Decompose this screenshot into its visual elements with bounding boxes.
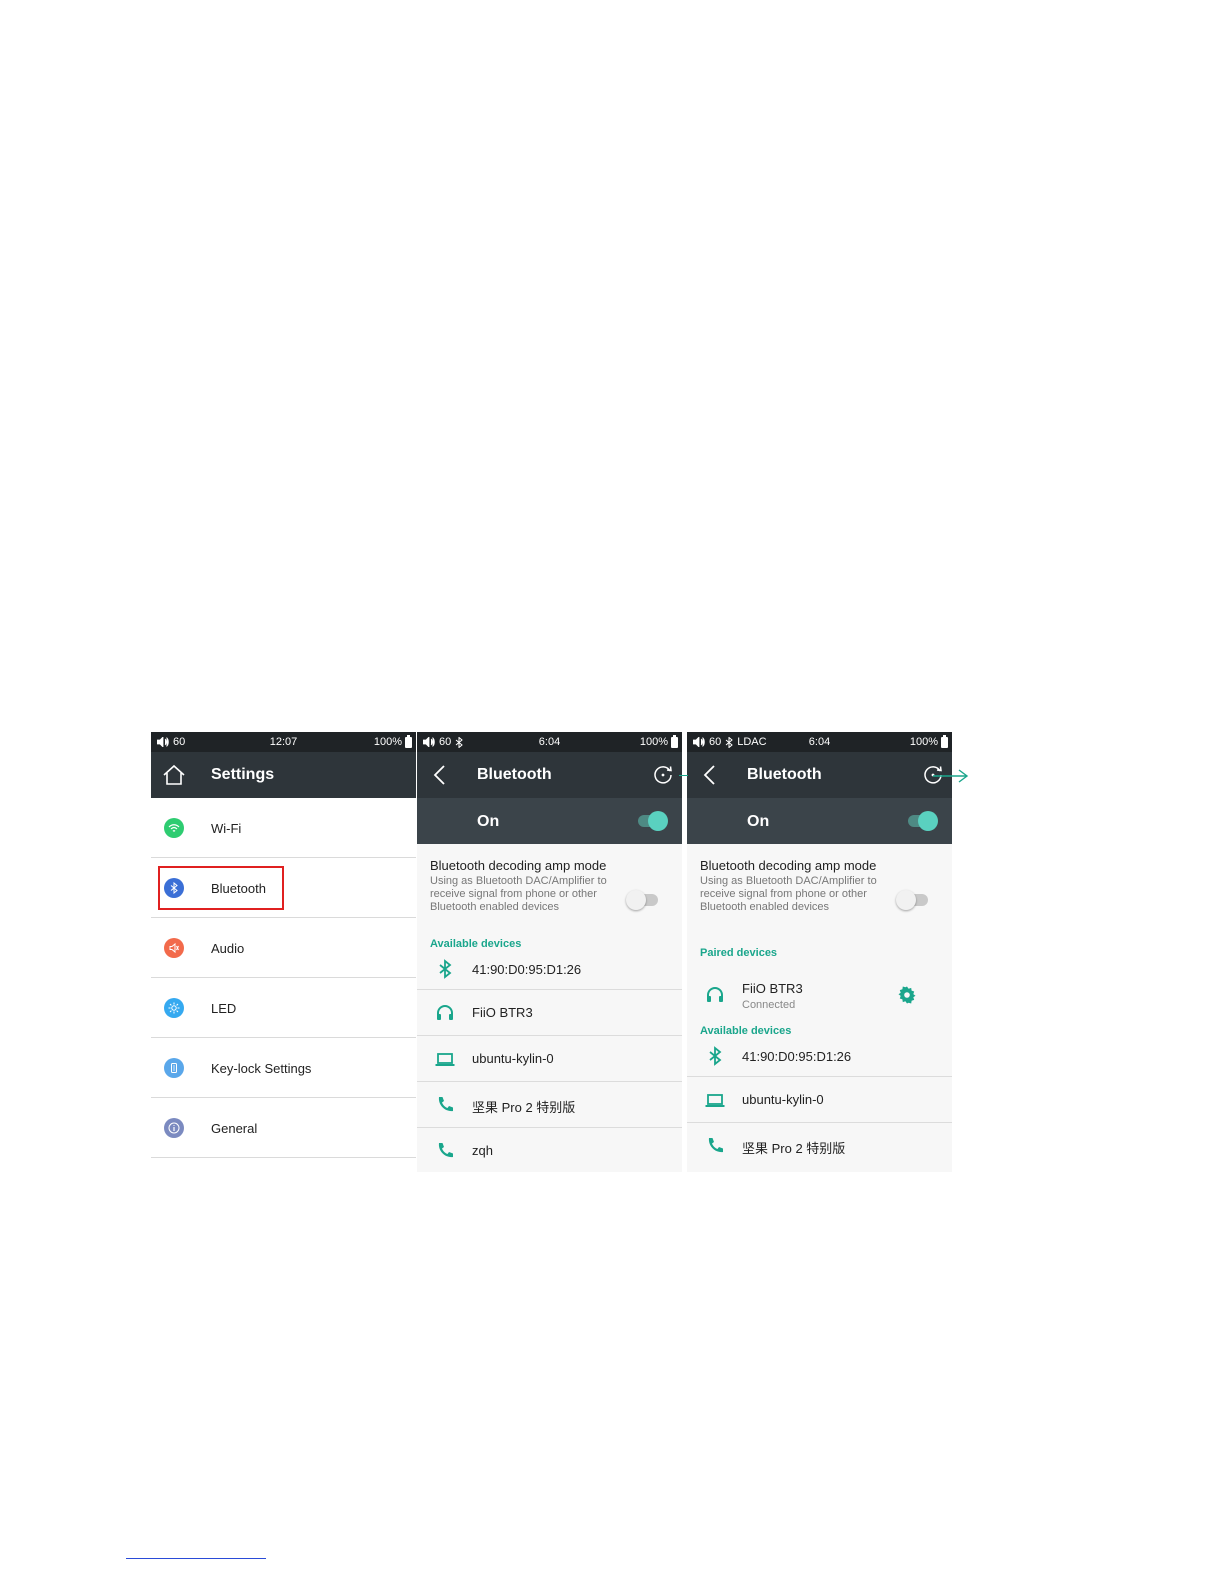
refresh-icon[interactable] [652, 764, 674, 786]
device-name: zqh [472, 1143, 493, 1158]
amp-mode-switch[interactable] [896, 890, 928, 910]
menu-item-wifi[interactable]: Wi-Fi [151, 798, 416, 858]
device-row[interactable]: ubuntu-kylin-0 [417, 1036, 682, 1082]
bluetooth-switch[interactable] [908, 811, 938, 831]
phone-icon [438, 1097, 453, 1112]
amp-mode-description: Using as Bluetooth DAC/Amplifier to rece… [700, 875, 877, 913]
device-row[interactable]: zqh [417, 1128, 682, 1172]
laptop-icon [435, 1053, 455, 1066]
menu-label: LED [211, 1001, 237, 1016]
headphones-icon [707, 987, 723, 1002]
status-bar: 60 12:07 100% [151, 732, 416, 752]
app-header: Bluetooth [687, 752, 952, 798]
battery-percent: 100% [373, 736, 402, 748]
status-bar: 60 LDAC 6:04 100% [687, 732, 952, 752]
back-icon[interactable] [697, 762, 723, 788]
device-status: Connected [742, 999, 796, 1011]
menu-item-general[interactable]: General [151, 1098, 416, 1158]
info-icon [164, 1118, 184, 1138]
battery-icon [671, 734, 678, 748]
page-title: Settings [211, 766, 275, 783]
headphones-icon [437, 1005, 453, 1020]
light-icon [164, 998, 184, 1018]
device-row[interactable]: 坚果 Pro 2 特别版 [417, 1082, 682, 1128]
device-row[interactable]: ubuntu-kylin-0 [687, 1077, 952, 1123]
battery-icon [941, 734, 948, 748]
device-name: FiiO BTR3 [742, 981, 803, 996]
menu-label: General [211, 1121, 258, 1136]
speaker-icon [164, 938, 184, 958]
battery-percent: 100% [909, 736, 938, 748]
footnote-separator [126, 1558, 266, 1559]
toggle-label: On [747, 813, 770, 830]
paired-device-row[interactable]: FiiO BTR3 Connected [687, 969, 952, 1025]
menu-item-bluetooth[interactable]: Bluetooth [151, 858, 416, 918]
phone-icon [708, 1138, 723, 1153]
device-row[interactable]: 41:90:D0:95:D1:26 [687, 1037, 952, 1077]
gear-icon[interactable] [897, 985, 917, 1005]
connector-line [679, 775, 688, 776]
menu-item-audio[interactable]: Audio [151, 918, 416, 978]
available-devices-header: Available devices [700, 1025, 792, 1037]
lock-icon [164, 1058, 184, 1078]
bluetooth-switch[interactable] [638, 811, 668, 831]
phone-icon [438, 1143, 453, 1158]
back-icon[interactable] [427, 762, 453, 788]
callout-arrow-icon [933, 769, 969, 783]
device-name: ubuntu-kylin-0 [742, 1092, 824, 1107]
menu-item-led[interactable]: LED [151, 978, 416, 1038]
device-name: ubuntu-kylin-0 [472, 1051, 554, 1066]
menu-label: Wi-Fi [211, 821, 242, 836]
device-name: 坚果 Pro 2 特别版 [742, 1141, 846, 1156]
settings-screen: 60 12:07 100% Settings Wi-Fi Bluetooth A… [151, 732, 416, 1172]
status-bar: 60 6:04 100% [417, 732, 682, 752]
paired-devices-header: Paired devices [700, 947, 778, 959]
toggle-label: On [477, 813, 500, 830]
device-row[interactable]: 坚果 Pro 2 特别版 [687, 1123, 952, 1169]
amp-mode-description: Using as Bluetooth DAC/Amplifier to rece… [430, 875, 607, 913]
highlight-box [158, 866, 284, 910]
menu-item-key-lock[interactable]: Key-lock Settings [151, 1038, 416, 1098]
device-name: 41:90:D0:95:D1:26 [742, 1049, 852, 1064]
bluetooth-toggle-row[interactable]: On [417, 798, 682, 844]
wifi-icon [164, 818, 184, 838]
device-row[interactable]: 41:90:D0:95:D1:26 [417, 950, 682, 990]
amp-mode-setting[interactable]: Bluetooth decoding amp mode Using as Blu… [417, 844, 682, 938]
menu-label: Key-lock Settings [211, 1061, 312, 1076]
bluetooth-screen: 60 6:04 100% Bluetooth On Bluetooth deco… [417, 732, 682, 1172]
available-devices-header: Available devices [430, 938, 522, 950]
menu-label: Audio [211, 941, 245, 956]
page-title: Bluetooth [477, 766, 552, 783]
app-header: Settings [151, 752, 416, 798]
page-title: Bluetooth [747, 766, 822, 783]
bluetooth-icon [709, 1046, 722, 1066]
amp-mode-switch[interactable] [626, 890, 658, 910]
battery-percent: 100% [639, 736, 668, 748]
battery-icon [405, 734, 412, 748]
app-header: Bluetooth [417, 752, 682, 798]
laptop-icon [705, 1094, 725, 1107]
device-name: 41:90:D0:95:D1:26 [472, 962, 582, 977]
bluetooth-paired-screen: 60 LDAC 6:04 100% Bluetooth On Bluetooth… [687, 732, 952, 1172]
amp-mode-title: Bluetooth decoding amp mode [430, 858, 607, 873]
amp-mode-setting[interactable]: Bluetooth decoding amp mode Using as Blu… [687, 844, 952, 938]
bluetooth-icon [439, 959, 452, 979]
amp-mode-title: Bluetooth decoding amp mode [700, 858, 877, 873]
bluetooth-toggle-row[interactable]: On [687, 798, 952, 844]
device-name: FiiO BTR3 [472, 1005, 533, 1020]
device-row[interactable]: FiiO BTR3 [417, 990, 682, 1036]
home-icon[interactable] [161, 762, 187, 788]
device-name: 坚果 Pro 2 特别版 [472, 1100, 576, 1115]
